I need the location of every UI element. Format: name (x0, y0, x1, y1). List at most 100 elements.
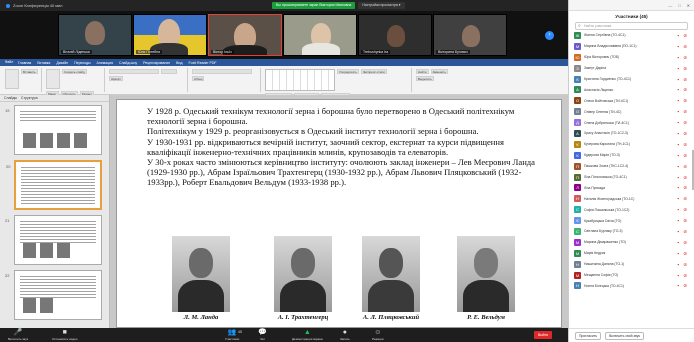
camera-off-icon: ▪ (677, 152, 679, 158)
ribbon-tab[interactable]: Слайд-шоу (119, 61, 137, 65)
leave-button[interactable]: Выйти (534, 331, 552, 339)
find-button[interactable]: Найти (416, 69, 429, 74)
tab-slides[interactable]: Слайды (4, 96, 17, 100)
participant-search-input[interactable]: ⌕ Найти участника (575, 22, 688, 30)
participant-row[interactable]: Ж Жанна Сергіївна (ТО-4С1) ▪ ⊘ (569, 30, 693, 41)
participant-row[interactable]: М Мещаніна Софія (ТО) ▪ ⊘ (569, 270, 693, 281)
ribbon-tab[interactable]: Рецензирование (143, 61, 170, 65)
slide-thumbnail-selected[interactable]: 20 (6, 160, 102, 210)
view-options-button[interactable]: Настройки просмотра ▾ (358, 2, 405, 9)
slide-thumbnail[interactable]: 19 (5, 105, 102, 155)
font-size-select[interactable] (161, 69, 177, 74)
participant-name: Юра Вікторович (ТОБ) (584, 55, 620, 60)
video-tile[interactable] (283, 14, 357, 56)
camera-off-icon: ▪ (677, 229, 679, 235)
avatar: П (574, 162, 581, 170)
video-button[interactable]: ■ Остановить видео (52, 329, 78, 341)
video-tile[interactable]: Юля Потебня (133, 14, 207, 56)
new-slide-icon[interactable] (46, 69, 60, 89)
microphone-muted-icon: ⊘ (683, 131, 687, 137)
avatar: С (574, 206, 581, 214)
select-button[interactable]: Выделить (416, 76, 434, 81)
ribbon-tab[interactable]: Дизайн (56, 61, 68, 65)
slide-number: 21 (5, 218, 10, 223)
chat-button[interactable]: 💬 Чат (258, 329, 267, 341)
participant-row[interactable]: К Кристина Гордиенко (ТО-4С1) ▪ ⊘ (569, 74, 693, 85)
participant-row[interactable]: П Пашкова Злата (ТКС-1С2-4) ▪ ⊘ (569, 161, 693, 172)
microphone-muted-icon: ⊘ (683, 272, 687, 278)
video-tile[interactable]: Віталій Ліденька (58, 14, 132, 56)
reactions-button[interactable]: ☺ Реакции (372, 329, 384, 341)
ribbon-tab[interactable]: Вид (176, 61, 182, 65)
participant-row[interactable]: Д Олена Добрянська (ТИ-4С1) ▪ ⊘ (569, 117, 693, 128)
paste-icon[interactable] (5, 69, 19, 89)
current-slide[interactable]: У 1928 р. Одеський технікум технології з… (116, 99, 562, 328)
ribbon-tab[interactable]: Вставка (37, 61, 50, 65)
paragraph-controls[interactable] (192, 69, 252, 74)
slide-thumbnail[interactable]: 21 (5, 215, 102, 265)
participant-name: Марина Дімарашенко (ТО) (584, 240, 626, 245)
participant-row[interactable]: Л Ліза Присада ▪ ⊘ (569, 182, 693, 193)
camera-off-icon: ▪ (677, 261, 679, 267)
participant-row[interactable]: М Марина Дімарашенко (ТО) ▪ ⊘ (569, 237, 693, 248)
video-tile[interactable]: Віктор Ільїч (208, 14, 282, 56)
camera-off-icon: ▪ (677, 33, 679, 38)
close-icon[interactable]: ✕ (687, 3, 690, 8)
camera-off-icon: ▪ (677, 218, 679, 224)
camera-off-icon: ▪ (677, 87, 679, 93)
ribbon-tab[interactable]: Анимация (97, 61, 113, 65)
record-icon: ● (342, 329, 348, 336)
participant-row[interactable]: С Софія Пашальська (ТО-1С2) ▪ ⊘ (569, 204, 693, 215)
participant-row[interactable]: Ю Юра Вікторович (ТОБ) ▪ ⊘ (569, 52, 693, 63)
slide-thumbnail[interactable]: 22 (5, 270, 102, 320)
participant-row[interactable]: М Марія Кедрик ▪ ⊘ (569, 248, 693, 259)
participant-row[interactable]: С Світлана Бурлаку (ТО-3) ▪ ⊘ (569, 226, 693, 237)
next-page-arrow-icon[interactable]: › (545, 31, 554, 40)
participant-row[interactable]: П Ліза Поноховська (ТО-4С1) ▪ ⊘ (569, 172, 693, 183)
participant-row[interactable]: З Закнут Даріна ▪ ⊘ (569, 63, 693, 74)
participant-row[interactable]: А Хрису Анастасія (ТО-1С2-3) ▪ ⊘ (569, 128, 693, 139)
unmute-self-button[interactable]: Включить свой звук (605, 331, 644, 340)
reactions-icon: ☺ (374, 329, 382, 336)
share-screen-button[interactable]: ▲ Демонстрация экрана (292, 329, 323, 341)
invite-button[interactable]: Пригласить (575, 331, 602, 340)
participant-row[interactable]: О Олеся Войтовська (ТИ-4С1) ▪ ⊘ (569, 95, 693, 106)
microphone-muted-icon: ⊘ (683, 141, 687, 147)
video-tile[interactable]: Вікторина Бугович (433, 14, 507, 56)
participant-row[interactable]: К Кучерова Каролина (ТН-1С1) ▪ ⊘ (569, 139, 693, 150)
participant-row[interactable]: К Кукабрицька Свіча (ТО) ▪ ⊘ (569, 215, 693, 226)
font-name-select[interactable] (109, 69, 159, 74)
minimize-icon[interactable]: — (668, 3, 672, 8)
participant-row[interactable]: Н Нонна Білецька (ТО-4С1) ▪ ⊘ (569, 280, 693, 291)
quick-styles-button[interactable]: Экспресс-стили (360, 69, 387, 74)
video-tile[interactable]: Trebushynka Ira (358, 14, 432, 56)
participant-name: Софія Пашальська (ТО-1С2) (584, 207, 630, 212)
maximize-icon[interactable]: □ (678, 3, 680, 8)
avatar: А (574, 86, 581, 94)
new-slide-button[interactable]: Создать слайд (62, 69, 87, 74)
file-tab[interactable]: Файл (2, 59, 16, 66)
participant-row[interactable]: Н Наталія Жовтоградська (ТО-1С) ▪ ⊘ (569, 193, 693, 204)
participant-name: Олівер Оленюк (ТИ-4С) (584, 109, 622, 114)
microphone-muted-icon: ⊘ (683, 185, 687, 191)
participant-row[interactable]: А Анастасія Ліщенко ▪ ⊘ (569, 84, 693, 95)
participant-row[interactable]: К Кудерова Марія (ТО-3) ▪ ⊘ (569, 150, 693, 161)
participant-name: Вікторина Бугович (436, 50, 470, 54)
participant-row[interactable]: М Марина Владиславівна (ПО-1С1) ▪ ⊘ (569, 41, 693, 52)
tab-outline[interactable]: Структура (21, 96, 38, 100)
microphone-muted-icon: ⊘ (683, 239, 687, 245)
arrange-button[interactable]: Упорядочить (337, 69, 359, 74)
ribbon-tab[interactable]: Переходы (74, 61, 90, 65)
paste-button[interactable]: Вставить (21, 69, 38, 74)
record-button[interactable]: ● Запись (340, 329, 350, 341)
participant-row[interactable]: Н Нашичкіна Данила (ТО-1) ▪ ⊘ (569, 259, 693, 270)
ribbon-tab[interactable]: Главная (18, 61, 31, 65)
participant-name: Олеся Войтовська (ТИ-4С1) (584, 98, 629, 103)
clipboard-group: Вставить (2, 68, 42, 92)
mute-button[interactable]: 🎤 Включить звук (8, 329, 28, 341)
shapes-gallery[interactable] (265, 69, 335, 91)
participant-row[interactable]: О Олівер Оленюк (ТИ-4С) ▪ ⊘ (569, 106, 693, 117)
ribbon-tab[interactable]: Foxit Reader PDF (189, 61, 217, 65)
replace-button[interactable]: Заменить (430, 69, 449, 74)
slide-text[interactable]: У 1928 р. Одеський технікум технології з… (147, 106, 547, 188)
